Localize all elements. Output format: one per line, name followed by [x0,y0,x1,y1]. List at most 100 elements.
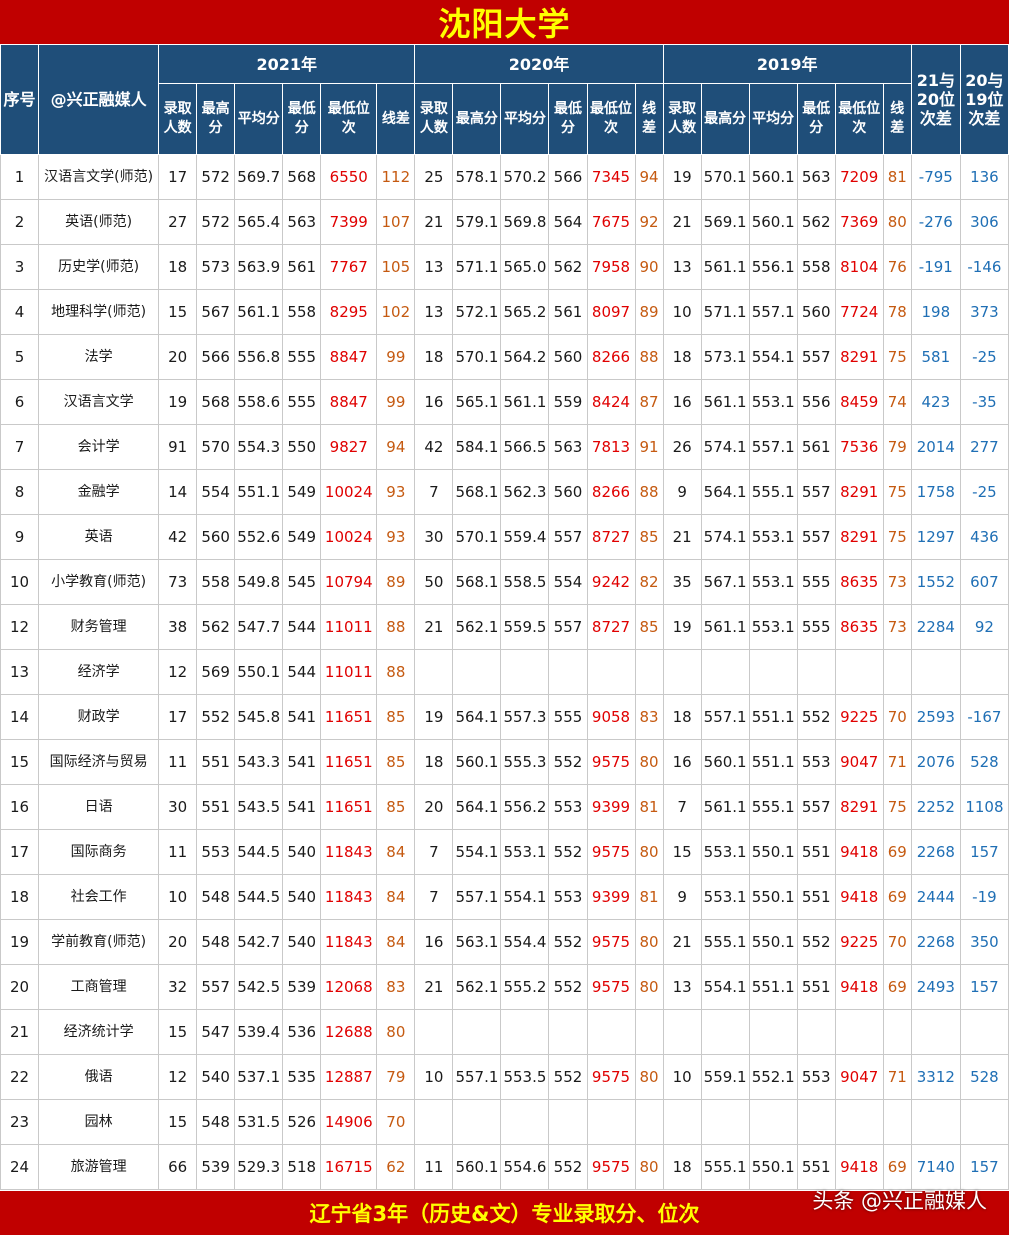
header-diff-21-20: 21与20位次差 [910,44,961,155]
cell-gap: 70 [376,1099,416,1145]
cell-avg: 544.5 [234,829,284,875]
cell-max: 578.1 [452,154,502,200]
cell-avg: 539.4 [234,1009,284,1055]
cell-min: 557 [796,784,836,830]
cell-avg: 550.1 [748,874,798,920]
cell-avg: 551.1 [748,739,798,785]
cell-min-rank: 7813 [586,424,636,470]
cell-avg: 554.6 [500,1144,550,1190]
cell-min: 544 [282,649,322,695]
cell-min-rank: 8727 [586,604,636,650]
cell-avg: 542.7 [234,919,284,965]
cell-seq: 6 [0,379,40,425]
table-row: 1 汉语言文学(师范) 17 572 569.7 568 6550 112 25 578.1 570… [0,154,1009,200]
cell-rank-diff: 1297 [910,514,961,560]
cell-major: 金融学 [38,469,160,515]
table-row: 7 会计学 91 570 554.3 550 9827 94 42 584.1 566.5 563 78… [0,424,1009,470]
cell-avg: 553.1 [500,829,550,875]
cell-count [414,649,454,695]
cell-gap: 80 [634,739,664,785]
cell-seq: 5 [0,334,40,380]
cell-count: 10 [662,289,702,335]
cell-min: 563 [282,199,322,245]
cell-avg: 543.3 [234,739,284,785]
cell-min-rank: 16715 [320,1144,378,1190]
cell-rank-diff: 92 [959,604,1009,650]
cell-max: 570.1 [452,334,502,380]
cell-rank-diff [910,1009,961,1055]
cell-min-rank: 8266 [586,469,636,515]
cell-min: 551 [796,1144,836,1190]
cell-avg: 551.1 [234,469,284,515]
cell-count: 7 [662,784,702,830]
cell-avg: 558.6 [234,379,284,425]
cell-avg [748,649,798,695]
cell-min: 561 [282,244,322,290]
header-min-rank-2: 最低位次 [834,83,884,155]
cell-min-rank: 9058 [586,694,636,740]
cell-gap: 71 [882,1054,912,1100]
cell-min: 552 [548,829,588,875]
cell-count: 15 [158,1099,198,1145]
cell-avg: 531.5 [234,1099,284,1145]
cell-max [700,1099,750,1145]
cell-min-rank: 9399 [586,874,636,920]
cell-min-rank: 10024 [320,514,378,560]
cell-max [700,649,750,695]
cell-major: 英语 [38,514,160,560]
cell-min: 557 [548,514,588,560]
cell-major: 经济学 [38,649,160,695]
cell-gap [882,649,912,695]
cell-gap: 105 [376,244,416,290]
cell-seq: 14 [0,694,40,740]
cell-gap: 69 [882,1144,912,1190]
cell-rank-diff: 423 [910,379,961,425]
cell-gap: 84 [376,874,416,920]
cell-min [796,1009,836,1055]
cell-count: 16 [414,919,454,965]
cell-min [796,1099,836,1145]
cell-min: 560 [548,469,588,515]
cell-max: 568.1 [452,559,502,605]
cell-min [548,1009,588,1055]
cell-seq: 19 [0,919,40,965]
cell-max: 557.1 [452,874,502,920]
cell-rank-diff [959,649,1009,695]
cell-major: 经济统计学 [38,1009,160,1055]
cell-rank-diff: 157 [959,964,1009,1010]
cell-min-rank: 11651 [320,739,378,785]
table-row: 2 英语(师范) 27 572 565.4 563 7399 107 21 579.1 569.8 5… [0,199,1009,245]
cell-count: 30 [414,514,454,560]
cell-min: 553 [548,874,588,920]
cell-avg: 557.3 [500,694,550,740]
cell-min: 552 [548,739,588,785]
cell-count: 11 [158,739,198,785]
cell-max: 561.1 [700,379,750,425]
cell-count [662,1099,702,1145]
table-row: 19 学前教育(师范) 20 548 542.7 540 11843 84 16 563.1 554… [0,919,1009,965]
cell-major: 汉语言文学 [38,379,160,425]
cell-count: 7 [414,874,454,920]
header-major: @兴正融媒人 [38,44,160,155]
cell-count: 32 [158,964,198,1010]
header-year-2019: 2019年 [662,44,912,84]
cell-count: 50 [414,559,454,605]
cell-gap: 89 [634,289,664,335]
cell-max: 574.1 [700,514,750,560]
cell-avg: 555.1 [748,469,798,515]
cell-rank-diff: 1758 [910,469,961,515]
header-min-rank-0: 最低位次 [320,83,378,155]
cell-seq: 2 [0,199,40,245]
cell-rank-diff: 277 [959,424,1009,470]
header-min-1: 最低分 [548,83,588,155]
cell-min: 562 [548,244,588,290]
cell-max: 569 [196,649,236,695]
cell-avg: 566.5 [500,424,550,470]
header-min-rank-1: 最低位次 [586,83,636,155]
cell-avg: 569.8 [500,199,550,245]
cell-max: 564.1 [452,784,502,830]
header-count-1: 录取人数 [414,83,454,155]
cell-rank-diff: 7140 [910,1144,961,1190]
cell-min: 544 [282,604,322,650]
cell-gap: 112 [376,154,416,200]
